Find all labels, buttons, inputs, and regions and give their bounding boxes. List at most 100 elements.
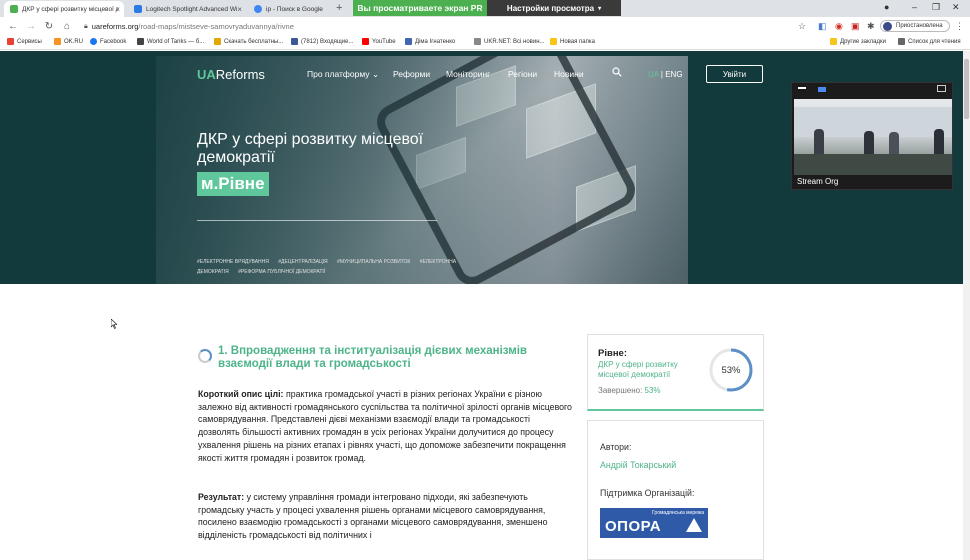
bookmark-item[interactable]: Список для чтения [898,38,961,45]
bookmark-item[interactable]: Facebook [90,38,126,45]
bookmark-item[interactable]: YouTube [362,38,396,45]
tab-close-icon[interactable]: × [237,5,242,14]
menu-dots-icon[interactable]: ⋮ [955,21,964,32]
bookmark-label: Facebook [100,38,127,45]
bookmark-label: Скачать бесплатны... [224,38,284,45]
result-description: Результат: у систему управління громади … [198,491,573,542]
progress-card: Рівне: ДКР у сфері розвитку місцевої дем… [587,334,764,411]
tag-list: #ЕЛЕКТРОННЕ ВРЯДУВАННЯ #ДЕЦЕНТРАЛІЗАЦІЯ … [197,257,457,277]
tab-close-icon[interactable]: × [115,5,120,14]
hero-illustration [156,56,688,284]
author-link[interactable]: Андрій Токарський [600,460,676,470]
bookmark-label: Діма Ігнатенко [415,38,456,45]
nav-label: Про платформу [307,69,370,79]
bookmark-item[interactable]: UKR.NET: Всі новин... [474,38,545,45]
lang-eng[interactable]: ENG [665,70,682,79]
page-scrollbar[interactable] [963,51,970,560]
card-subtitle-link[interactable]: ДКР у сфері розвитку місцевої демократії [598,360,708,380]
url-host: uareforms.org [91,22,139,31]
back-icon[interactable]: ← [8,21,18,32]
profile-chip[interactable]: Приостановлена [880,20,950,32]
nav-news[interactable]: Новини [554,69,584,79]
card-city: Рівне: [598,348,628,359]
language-switch[interactable]: UA | ENG [648,70,683,79]
authors-card: Автори: Андрій Токарський Підтримка Орга… [587,420,764,560]
bookmark-item[interactable]: Сервисы [7,38,42,45]
tab-label: Logitech Spotlight Advanced Wi [146,5,238,13]
home-icon[interactable]: ⌂ [62,21,72,32]
site-logo[interactable]: UAReforms [197,67,265,82]
loading-spinner-icon [198,349,212,363]
tag-link[interactable]: #ЕЛЕКТРОННЕ ВРЯДУВАННЯ [197,259,269,265]
extension-icon[interactable]: ◧ [818,21,827,32]
extension-icon[interactable]: ◉ [835,21,843,32]
scrollbar-thumb[interactable] [964,59,969,119]
opora-logo[interactable]: Громадянська мережа ОПОРА [600,508,708,538]
completion-text: Завершено: 53% [598,386,661,395]
bookmark-item[interactable]: OK.RU [54,38,83,45]
forward-icon[interactable]: → [26,21,36,32]
reload-icon[interactable]: ↻ [44,21,54,32]
logitech-favicon-icon [134,5,142,13]
download-favicon-icon [214,38,221,45]
nav-regions[interactable]: Регіони [508,69,537,79]
nav-reforms[interactable]: Реформи [393,69,430,79]
browser-address-bar: ← → ↻ ⌂ 🔒︎ uareforms.org/road-maps/mists… [0,17,970,36]
browser-tab-active[interactable]: ДКР у сфері розвитку місцевої д × [4,1,124,17]
bookmark-item[interactable]: Другие закладки [830,38,886,45]
google-favicon-icon [254,5,262,13]
completion-label: Завершено: [598,386,645,395]
new-tab-button[interactable]: + [336,2,342,14]
mouse-cursor-icon [111,319,117,329]
share-settings-label: Настройки просмотра [506,3,595,13]
video-overlay-window[interactable]: Stream Org [791,82,953,190]
goal-text: практика громадської участі в різних рег… [198,389,572,463]
screen-share-banner: Вы просматриваете экран PR Настройки про… [353,0,621,16]
search-icon[interactable] [612,67,622,77]
tag-link[interactable]: #МУНИЦИПАЛЬНА РОЗВИТОК [337,259,410,265]
bookmark-label: UKR.NET: Всі новин... [484,38,545,45]
nav-about[interactable]: Про платформу ⌄ [307,69,379,80]
bookmark-item[interactable]: (7812) Входящие... [291,38,353,45]
browser-tab[interactable]: ip - Поиск в Google [248,1,334,17]
chevron-down-icon: ⌄ [371,69,380,79]
logo-ua: UA [197,67,216,82]
bookmark-item[interactable]: World of Tanks — б... [137,38,204,45]
bookmark-label: (7812) Входящие... [301,38,354,45]
maximize-icon[interactable]: ❐ [932,2,940,13]
puzzle-icon[interactable]: ✱ [867,21,875,32]
lang-ua[interactable]: UA [648,70,659,79]
result-label: Результат: [198,492,245,502]
profile-label: Приостановлена [896,23,943,29]
browser-tab[interactable]: Logitech Spotlight Advanced Wi × [128,1,246,17]
tab-label: ip - Поиск в Google [266,5,323,13]
bookmark-item[interactable]: Скачать бесплатны... [214,38,283,45]
tag-link[interactable]: #ДЕЦЕНТРАЛІЗАЦІЯ [278,259,327,265]
tag-link[interactable]: #РЕФОРМА ПУБЛІЧНОЇ ДЕМОКРАТІЇ [238,269,325,275]
bookmark-item[interactable]: Діма Ігнатенко [405,38,455,45]
share-settings-button[interactable]: Настройки просмотра ▾ [487,0,621,16]
url-field[interactable]: uareforms.org/road-maps/mistseve-samovry… [92,22,294,31]
bookmark-star-icon[interactable]: ☆ [798,21,806,32]
tab-label: ДКР у сфері розвитку місцевої д [22,5,118,13]
close-window-icon[interactable]: ✕ [952,2,960,13]
completion-value: 53% [644,386,661,395]
lock-icon[interactable]: 🔒︎ [84,23,88,31]
bookmark-label: Другие закладки [840,38,886,45]
extension-icon[interactable]: ▣ [851,21,860,32]
web-page: UAReforms Про платформу ⌄ Реформи Моніто… [0,51,963,560]
expand-icon[interactable] [937,85,946,92]
nav-monitoring[interactable]: Моніторинг [446,69,490,79]
tab-search-icon[interactable]: ● [884,2,889,12]
video-stream-frame [794,99,952,175]
login-button[interactable]: Увійти [706,65,763,83]
bookmark-label: World of Tanks — б... [147,38,205,45]
layout-icon[interactable] [818,87,826,92]
minimize-icon[interactable] [798,87,806,89]
minimize-icon[interactable]: – [912,2,917,12]
video-toolbar [792,83,952,98]
bookmark-item[interactable]: Новая папка [550,38,595,45]
facebook-icon [90,38,97,45]
progress-percent: 53% [721,364,741,376]
vk-favicon-icon [405,38,412,45]
